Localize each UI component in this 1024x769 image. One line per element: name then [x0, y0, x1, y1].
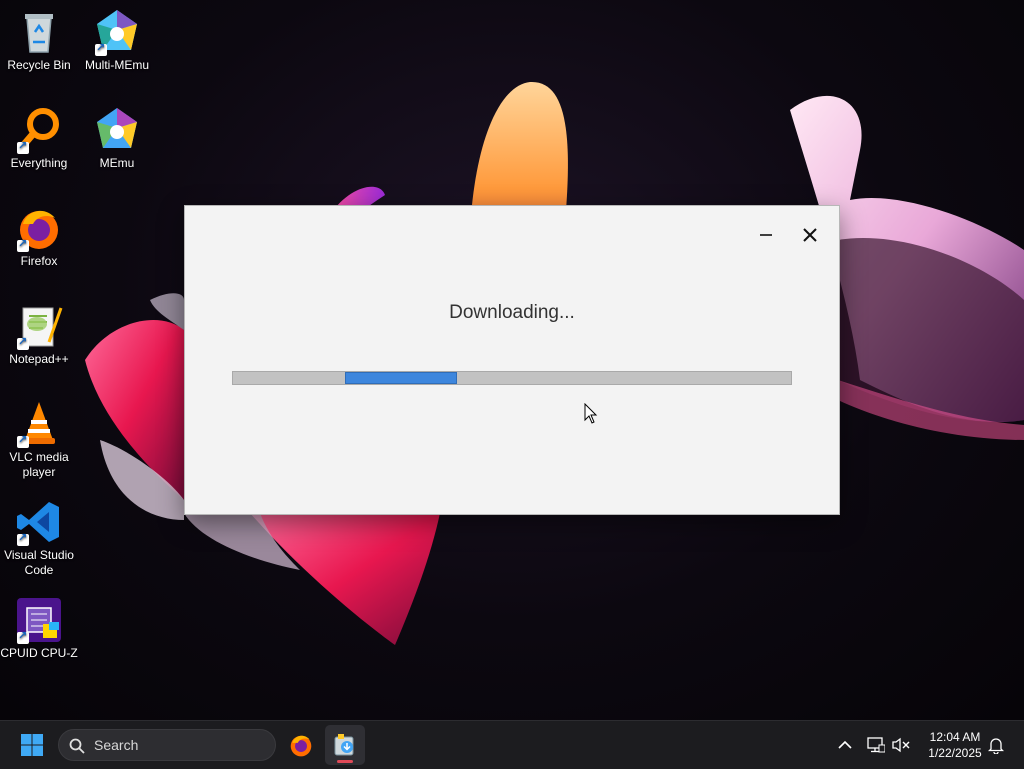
volume-button[interactable] [891, 735, 911, 755]
shortcut-arrow-icon [17, 433, 29, 448]
installer-icon [334, 734, 354, 756]
cpuz-icon [15, 596, 63, 644]
memu-icon [93, 106, 141, 154]
everything-icon [15, 106, 63, 154]
search-placeholder: Search [94, 737, 139, 753]
multi-memu-icon [93, 8, 141, 56]
desktop-icon-vlc[interactable]: VLC media player [0, 400, 78, 480]
desktop-icon-vscode[interactable]: Visual Studio Code [0, 498, 78, 578]
desktop-icon-firefox[interactable]: Firefox [0, 204, 78, 269]
desktop-icon-label: VLC media player [9, 450, 69, 479]
volume-muted-icon [892, 737, 910, 753]
network-button[interactable] [866, 735, 886, 755]
start-button[interactable] [12, 725, 52, 765]
desktop-icon-everything[interactable]: Everything [0, 106, 78, 171]
shortcut-arrow-icon [17, 237, 29, 252]
shortcut-arrow-icon [17, 139, 29, 154]
desktop-icon-label: Notepad++ [9, 352, 69, 366]
taskbar-firefox[interactable] [281, 725, 321, 765]
firefox-icon [290, 735, 312, 757]
shortcut-arrow-icon [17, 629, 29, 644]
desktop-icon-notepad-plus-plus[interactable]: Notepad++ [0, 302, 78, 367]
taskbar-search-box[interactable]: Search [58, 729, 276, 761]
active-app-indicator [337, 760, 353, 763]
desktop-icon-label: Firefox [20, 254, 58, 268]
shortcut-arrow-icon [17, 531, 29, 546]
shortcut-arrow-icon [17, 335, 29, 350]
clock-time: 12:04 AM [929, 730, 981, 744]
shortcut-arrow-icon [95, 41, 107, 56]
vlc-icon [15, 400, 63, 448]
taskbar: Search 12:04 AM 1/22/2025 [0, 720, 1024, 769]
desktop-icon-recycle-bin[interactable]: Recycle Bin [0, 8, 78, 73]
desktop-icon-label: Visual Studio Code [4, 548, 74, 577]
desktop-icon-label: MEmu [99, 156, 135, 170]
notifications-button[interactable] [986, 735, 1006, 755]
download-progress-bar [232, 371, 792, 385]
windows-start-icon [21, 734, 43, 756]
desktop-icon-cpuz[interactable]: CPUID CPU-Z [0, 596, 78, 661]
show-hidden-icons-button[interactable] [835, 735, 855, 755]
clock-date: 1/22/2025 [928, 746, 982, 760]
desktop-icon-memu[interactable]: MEmu [78, 106, 156, 171]
notification-bell-icon [988, 738, 1004, 754]
chevron-up-icon [838, 740, 852, 749]
firefox-icon [15, 204, 63, 252]
minimize-icon [760, 234, 772, 236]
desktop-icon-label: Multi-MEmu [84, 58, 149, 72]
mouse-cursor-icon [584, 403, 598, 424]
download-status-text: Downloading... [449, 302, 575, 323]
close-button[interactable] [795, 220, 825, 250]
notepad-plus-plus-icon [15, 302, 63, 350]
desktop-icon-multi-memu[interactable]: Multi-MEmu [78, 8, 156, 73]
desktop-icon-label: Recycle Bin [7, 58, 71, 72]
recycle-bin-icon [15, 8, 63, 56]
desktop-icon-label: CPUID CPU-Z [0, 646, 78, 660]
progress-bar-fill [345, 372, 457, 384]
desktop-icon-label: Everything [10, 156, 68, 170]
close-icon [803, 228, 817, 242]
minimize-button[interactable] [751, 220, 781, 250]
taskbar-clock[interactable]: 12:04 AM 1/22/2025 [916, 729, 994, 761]
vscode-icon [15, 498, 63, 546]
search-icon [69, 738, 85, 754]
download-dialog: Downloading... [184, 205, 840, 515]
taskbar-installer[interactable] [325, 725, 365, 765]
network-icon [867, 737, 885, 753]
